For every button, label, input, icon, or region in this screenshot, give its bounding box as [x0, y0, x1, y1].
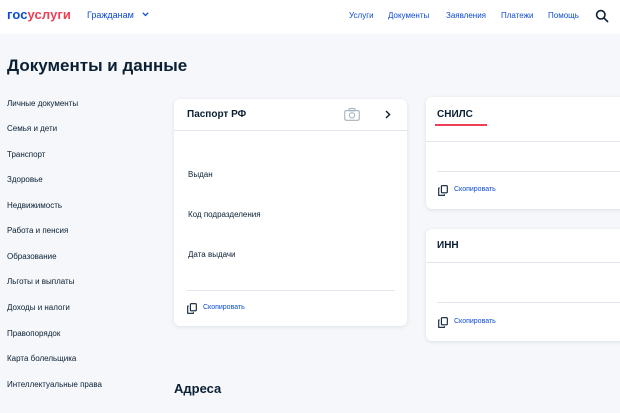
logo-part-uslugi: услуги	[27, 7, 72, 22]
logo-part-gos: гос	[7, 7, 28, 22]
inn-card[interactable]: ИНН Скопировать	[426, 229, 620, 341]
nav-link-documents[interactable]: Документы	[388, 11, 429, 20]
snils-card[interactable]: СНИЛС Скопировать	[426, 97, 620, 209]
gosuslugi-logo[interactable]: госуслуги	[7, 7, 71, 22]
page-title: Документы и данные	[7, 56, 188, 75]
card-header-divider	[174, 130, 407, 131]
copy-icon	[438, 185, 448, 196]
field-label-issue-date: Дата выдачи	[188, 250, 236, 259]
field-label-division-code: Код подразделения	[188, 210, 261, 219]
sidebar-item-benefits[interactable]: Льготы и выплаты	[7, 277, 74, 286]
sidebar-item-education[interactable]: Образование	[7, 252, 57, 261]
sidebar-item-personal-documents[interactable]: Личные документы	[7, 99, 78, 108]
sidebar-item-fan-card[interactable]: Карта болельщика	[7, 354, 76, 363]
nav-link-applications[interactable]: Заявления	[446, 11, 486, 20]
sidebar-item-health[interactable]: Здоровье	[7, 175, 43, 184]
nav-link-services[interactable]: Услуги	[349, 11, 374, 20]
sidebar-item-income-taxes[interactable]: Доходы и налоги	[7, 303, 70, 312]
card-footer-divider	[437, 171, 620, 172]
copy-label: Скопировать	[203, 304, 245, 311]
inn-card-title: ИНН	[437, 240, 459, 251]
card-footer-divider	[437, 302, 620, 303]
active-underline	[435, 124, 487, 126]
sidebar-item-intellectual-rights[interactable]: Интеллектуальные права	[7, 380, 102, 389]
nav-link-payments[interactable]: Платежи	[501, 11, 533, 20]
card-header-divider	[426, 262, 620, 263]
sidebar-item-real-estate[interactable]: Недвижимость	[7, 201, 62, 210]
sidebar-item-law-order[interactable]: Правопорядок	[7, 329, 60, 338]
chevron-down-icon	[142, 12, 150, 17]
passport-card[interactable]: Паспорт РФ Выдан Код подразделения Дата …	[174, 99, 407, 326]
field-label-issued-by: Выдан	[188, 170, 213, 179]
camera-icon[interactable]	[344, 108, 360, 121]
nav-link-help[interactable]: Помощь	[548, 11, 579, 20]
card-header-divider	[426, 141, 620, 142]
copy-label: Скопировать	[454, 318, 496, 325]
snils-card-title: СНИЛС	[437, 109, 473, 120]
copy-icon	[187, 303, 197, 314]
copy-icon	[438, 317, 448, 328]
audience-label: Гражданам	[87, 10, 134, 20]
audience-selector[interactable]: Гражданам	[87, 10, 150, 20]
sidebar-item-work-pension[interactable]: Работа и пенсия	[7, 226, 68, 235]
chevron-right-icon[interactable]	[385, 110, 391, 119]
top-header: госуслуги Гражданам Услуги Документы Зая…	[0, 0, 620, 34]
copy-label: Скопировать	[454, 186, 496, 193]
card-footer-divider	[187, 290, 395, 291]
search-icon[interactable]	[595, 9, 609, 23]
sidebar-item-transport[interactable]: Транспорт	[7, 150, 45, 159]
sidebar-item-family-children[interactable]: Семья и дети	[7, 124, 57, 133]
passport-card-title: Паспорт РФ	[187, 109, 247, 120]
addresses-section-title: Адреса	[174, 381, 222, 396]
